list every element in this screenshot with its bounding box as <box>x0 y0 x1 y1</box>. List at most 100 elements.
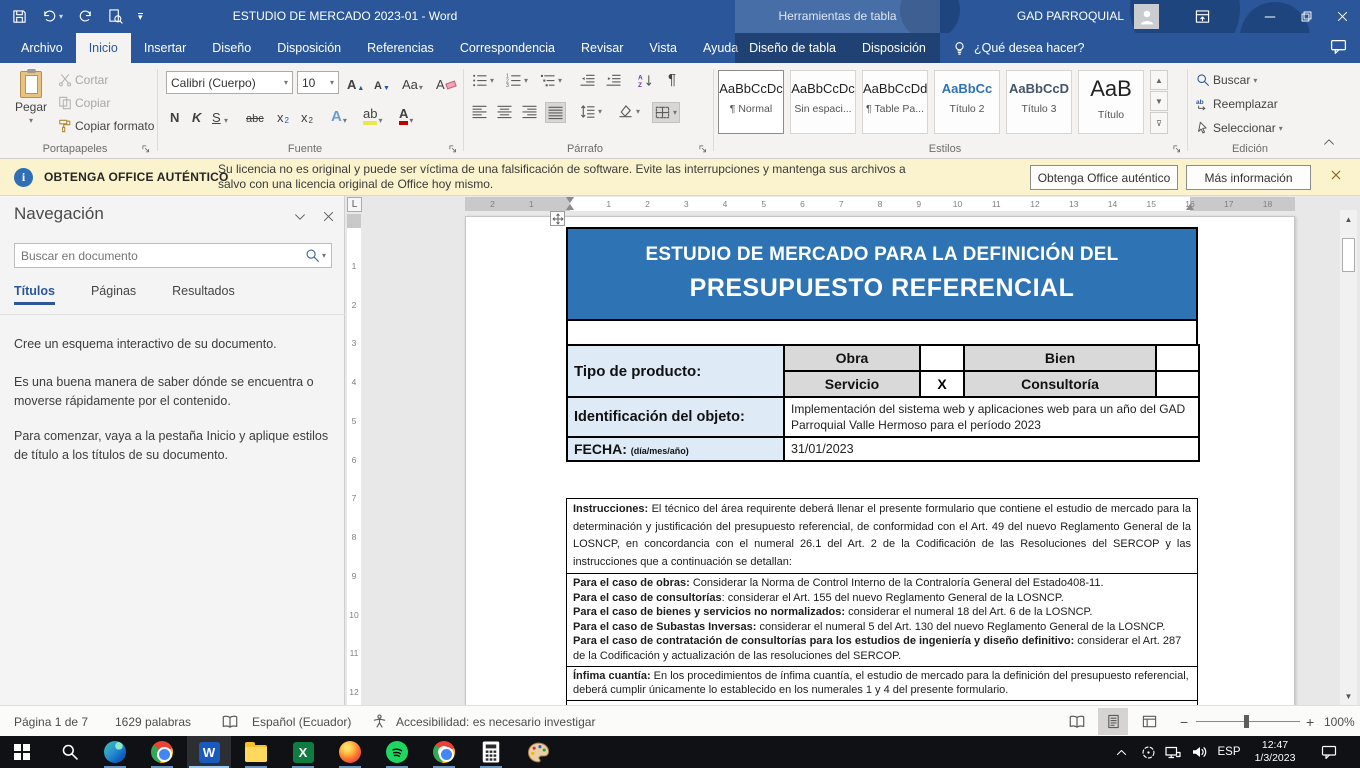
taskbar-spotify[interactable] <box>375 736 419 768</box>
table-move-handle[interactable] <box>550 211 565 226</box>
cut-button[interactable]: Cortar <box>58 73 108 87</box>
print-layout-button[interactable] <box>1098 708 1128 735</box>
tab-inicio[interactable]: Inicio <box>76 33 131 63</box>
tab-disposicion[interactable]: Disposición <box>264 33 354 63</box>
style-titulo-2[interactable]: AaBbCc Título 2 <box>934 70 1000 134</box>
language-indicator[interactable]: ESP <box>1212 736 1246 768</box>
collapse-ribbon-button[interactable] <box>1322 135 1336 152</box>
close-button[interactable] <box>1324 0 1360 33</box>
network-icon[interactable] <box>1160 736 1186 768</box>
decrease-indent-button[interactable] <box>580 73 595 88</box>
start-button[interactable] <box>0 736 44 768</box>
increase-indent-button[interactable] <box>606 73 621 88</box>
styles-scroll-down[interactable]: ▼ <box>1150 91 1168 111</box>
paragraph-dialog-launcher[interactable] <box>698 143 710 155</box>
feedback-icon[interactable] <box>1330 38 1347 58</box>
fecha-value-cell[interactable]: 31/01/2023 <box>784 437 1199 461</box>
clipboard-dialog-launcher[interactable] <box>141 143 153 155</box>
font-dialog-launcher[interactable] <box>448 143 460 155</box>
obra-cell[interactable]: Obra <box>784 345 920 371</box>
justify-button[interactable] <box>545 102 566 123</box>
underline-button[interactable]: S <box>212 104 221 126</box>
find-button[interactable]: Buscar▾ <box>1196 73 1257 87</box>
copy-button[interactable]: Copiar <box>58 96 110 110</box>
clock[interactable]: 12:47 1/3/2023 <box>1246 736 1304 768</box>
navigation-options-icon[interactable] <box>293 210 307 229</box>
tab-vista[interactable]: Vista <box>636 33 690 63</box>
consultoria-check-cell[interactable] <box>1156 371 1199 397</box>
navtab-resultados[interactable]: Resultados <box>172 284 235 305</box>
taskbar-paint[interactable] <box>516 736 560 768</box>
grow-font-button[interactable]: A▲ <box>347 71 364 93</box>
style-normal[interactable]: AaBbCcDc ¶ Normal <box>718 70 784 134</box>
style-table-paragraph[interactable]: AaBbCcDd ¶ Table Pa... <box>862 70 928 134</box>
navtab-titulos[interactable]: Títulos <box>14 284 55 305</box>
account-name[interactable]: GAD PARROQUIAL <box>1008 0 1124 33</box>
superscript-button[interactable]: x2 <box>301 104 313 126</box>
language-indicator[interactable]: Español (Ecuador) <box>252 706 351 737</box>
format-painter-button[interactable]: Copiar formato <box>58 119 154 133</box>
taskbar-calculator[interactable] <box>469 736 513 768</box>
bien-check-cell[interactable] <box>1156 345 1199 371</box>
servicio-check-cell[interactable]: X <box>920 371 964 397</box>
infima-cell[interactable]: Ínfima cuantía: En los procedimientos de… <box>567 666 1198 700</box>
first-line-indent-marker[interactable] <box>566 197 574 203</box>
font-size-combobox[interactable]: 10▾ <box>297 71 339 94</box>
tray-app-icon[interactable] <box>1136 736 1160 768</box>
zoom-in-button[interactable]: + <box>1306 706 1314 737</box>
tipo-label-cell[interactable]: Tipo de producto: <box>567 345 784 397</box>
blank-row[interactable] <box>566 321 1198 346</box>
tab-diseno[interactable]: Diseño <box>199 33 264 63</box>
accessibility-status[interactable]: Accesibilidad: es necesario investigar <box>396 706 595 737</box>
font-color-button[interactable]: A▾ <box>399 104 413 126</box>
style-sin-espaciado[interactable]: AaBbCcDc Sin espaci... <box>790 70 856 134</box>
obra-check-cell[interactable] <box>920 345 964 371</box>
web-layout-button[interactable] <box>1134 708 1164 735</box>
font-name-combobox[interactable]: Calibri (Cuerpo)▾ <box>166 71 293 94</box>
redo-button[interactable] <box>78 9 93 24</box>
more-info-button[interactable]: Más información <box>1186 165 1311 190</box>
multilevel-list-button[interactable]: ▾ <box>540 73 562 88</box>
tell-me-box[interactable]: ¿Qué desea hacer? <box>952 33 1085 63</box>
italic-button[interactable]: K <box>192 104 201 126</box>
scroll-down-arrow[interactable]: ▼ <box>1341 688 1356 704</box>
text-effects-button[interactable]: A▾ <box>331 104 347 126</box>
strikethrough-button[interactable]: abc <box>246 104 264 126</box>
taskbar-word[interactable]: W <box>187 736 231 768</box>
align-right-button[interactable] <box>522 104 537 119</box>
fecha-label-cell[interactable]: FECHA: (día/mes/año) <box>567 437 784 461</box>
style-titulo[interactable]: AaB Título <box>1078 70 1144 134</box>
change-case-button[interactable]: Aa▾ <box>402 71 423 93</box>
select-button[interactable]: Seleccionar▾ <box>1196 121 1283 135</box>
numbering-button[interactable]: ▾ <box>506 73 528 88</box>
search-input[interactable] <box>15 249 305 263</box>
search-dropdown-icon[interactable]: ▾ <box>322 251 326 260</box>
align-left-button[interactable] <box>472 104 487 119</box>
get-genuine-office-button[interactable]: Obtenga Office auténtico <box>1030 165 1178 190</box>
document-title-banner[interactable]: ESTUDIO DE MERCADO PARA LA DEFINICIÓN DE… <box>566 227 1198 321</box>
navigation-search-box[interactable]: ▾ <box>14 243 332 268</box>
proofing-icon[interactable] <box>222 706 238 737</box>
accessibility-icon[interactable] <box>372 706 387 737</box>
tab-disposicion-tabla[interactable]: Disposición <box>849 33 939 63</box>
paste-button[interactable]: Pegar ▾ <box>10 71 52 125</box>
account-avatar[interactable] <box>1134 4 1159 29</box>
tab-referencias[interactable]: Referencias <box>354 33 447 63</box>
sort-button[interactable] <box>638 73 653 88</box>
save-button[interactable] <box>12 9 27 24</box>
taskbar-firefox[interactable] <box>328 736 372 768</box>
underline-dropdown[interactable]: ▾ <box>224 104 228 126</box>
navigation-close-icon[interactable] <box>322 210 335 228</box>
taskbar-excel[interactable]: X <box>281 736 325 768</box>
shrink-font-button[interactable]: A▼ <box>374 71 390 93</box>
align-center-button[interactable] <box>497 104 512 119</box>
search-icon[interactable] <box>305 248 320 263</box>
consultoria-cell[interactable]: Consultoría <box>964 371 1156 397</box>
tab-diseno-de-tabla[interactable]: Diseño de tabla <box>736 33 849 63</box>
objeto-value-cell[interactable]: Implementación del sistema web y aplicac… <box>784 397 1199 437</box>
tab-insertar[interactable]: Insertar <box>131 33 199 63</box>
volume-icon[interactable] <box>1186 736 1212 768</box>
zoom-out-button[interactable]: − <box>1180 706 1188 737</box>
bold-button[interactable]: N <box>170 104 179 126</box>
restore-button[interactable] <box>1288 0 1324 33</box>
